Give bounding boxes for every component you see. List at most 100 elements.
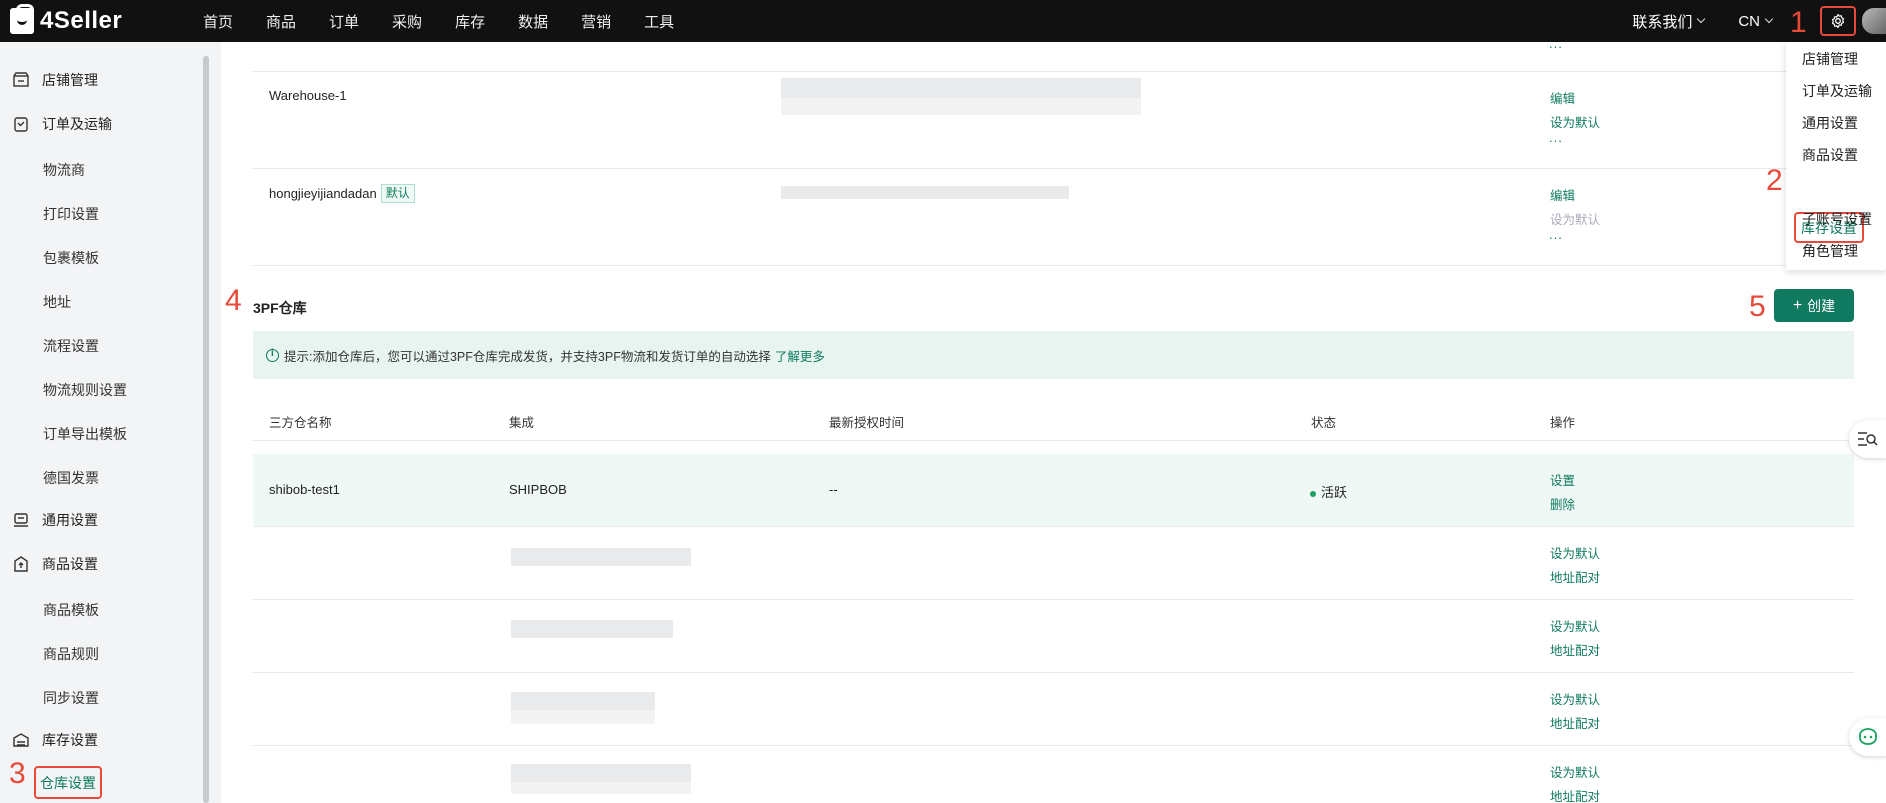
tip-text: 提示:添加仓库后，您可以通过3PF仓库完成发货，并支持3PF物流和发货订单的自动… (284, 349, 771, 364)
brand-logo[interactable]: 4Seller (10, 4, 190, 35)
row-divider (253, 599, 1854, 600)
search-list-icon (1858, 432, 1878, 446)
dropdown-item-general[interactable]: 通用设置 (1802, 113, 1858, 133)
learn-more-link[interactable]: 了解更多 (775, 346, 825, 365)
section-title-3pf: 3PF仓库 (253, 300, 307, 316)
create-button[interactable]: + 创建 (1774, 289, 1854, 322)
set-default-link[interactable]: 设为默认 (1550, 689, 1600, 708)
set-default-link[interactable]: 设为默认 (1550, 543, 1600, 562)
delete-link[interactable]: 删除 (1550, 494, 1575, 513)
annotation-1: 1 (1790, 6, 1807, 39)
annotation-5: 5 (1749, 290, 1766, 323)
row-divider (253, 71, 1854, 72)
sidebar-subitem-workflow[interactable]: 流程设置 (43, 336, 99, 356)
status-label: 活跃 (1321, 485, 1348, 500)
sidebar-subitem-carriers[interactable]: 物流商 (43, 160, 85, 180)
chevron-down-icon (1697, 14, 1706, 24)
sidebar-subitem-sync-settings[interactable]: 同步设置 (43, 688, 99, 708)
sidebar-item-inventory[interactable]: 库存设置 (0, 730, 200, 750)
set-default-link[interactable]: 设为默认 (1550, 762, 1600, 781)
main-nav: 首页 商品 订单 采购 库存 数据 营销 工具 (203, 11, 707, 32)
contact-menu[interactable]: 联系我们 (1632, 11, 1706, 32)
dropdown-item-subaccounts[interactable]: 子账号设置 (1802, 209, 1872, 229)
sidebar-item-orders[interactable]: 订单及运输 (0, 114, 200, 134)
blurred-value (511, 710, 655, 724)
sidebar-item-general[interactable]: 通用设置 (0, 510, 200, 530)
sidebar-subitem-warehouse-settings[interactable]: 仓库设置 (34, 766, 102, 799)
address-match-link[interactable]: 地址配对 (1550, 640, 1600, 659)
nav-tools[interactable]: 工具 (644, 11, 674, 32)
sidebar-subitem-address[interactable]: 地址 (43, 292, 71, 312)
create-label: 创建 (1807, 297, 1836, 314)
nav-data[interactable]: 数据 (518, 11, 548, 32)
chat-support-button[interactable] (1849, 718, 1886, 756)
sidebar-subitem-package-templates[interactable]: 包裹模板 (43, 248, 99, 268)
blurred-value (511, 782, 691, 794)
info-icon (266, 348, 279, 362)
set-default-link[interactable]: 设为默认 (1550, 112, 1600, 131)
status-active-icon (1310, 490, 1316, 497)
dropdown-item-orders[interactable]: 订单及运输 (1802, 81, 1872, 101)
sidebar-subitem-logistics-rules[interactable]: 物流规则设置 (43, 380, 127, 400)
nav-marketing[interactable]: 营销 (581, 11, 611, 32)
set-default-link-disabled: 设为默认 (1550, 213, 1601, 227)
nav-home[interactable]: 首页 (203, 11, 233, 32)
dropdown-item-store[interactable]: 店铺管理 (1802, 49, 1858, 69)
warehouse-name: hongjieyijiandadan (269, 186, 377, 201)
edit-link[interactable]: 编辑 (1550, 88, 1575, 107)
sidebar-item-label: 商品设置 (42, 556, 98, 572)
nav-purchase[interactable]: 采购 (392, 11, 422, 32)
printer-icon (14, 513, 28, 527)
blurred-value (511, 548, 691, 566)
address-match-link[interactable]: 地址配对 (1550, 567, 1600, 586)
sidebar-subitem-german-invoice[interactable]: 德国发票 (43, 468, 99, 488)
avatar[interactable] (1862, 8, 1886, 34)
sidebar-item-store[interactable]: 店铺管理 (0, 70, 200, 90)
sidebar-subitem-print-settings[interactable]: 打印设置 (43, 204, 99, 224)
blurred-value (511, 692, 655, 710)
settings-button[interactable] (1820, 6, 1856, 36)
sidebar-item-label: 店铺管理 (42, 72, 98, 88)
more-dots[interactable]: ... (1549, 36, 1563, 51)
sidebar-subitem-product-templates[interactable]: 商品模板 (43, 600, 99, 620)
more-dots[interactable]: ... (1549, 130, 1563, 145)
address-match-link[interactable]: 地址配对 (1550, 786, 1600, 803)
address-match-link[interactable]: 地址配对 (1550, 713, 1600, 732)
search-list-button[interactable] (1849, 420, 1886, 458)
chat-icon (1859, 728, 1877, 745)
edit-link[interactable]: 编辑 (1550, 185, 1575, 204)
sidebar-item-product[interactable]: 商品设置 (0, 554, 200, 574)
order-bag-icon (14, 117, 28, 132)
language-select[interactable]: CN (1738, 13, 1774, 30)
column-header-integration: 集成 (509, 416, 535, 430)
set-default-link[interactable]: 设为默认 (1550, 616, 1600, 635)
annotation-2: 2 (1766, 164, 1783, 197)
sidebar-item-label: 订单及运输 (42, 116, 112, 132)
nav-products[interactable]: 商品 (266, 11, 296, 32)
blurred-address (781, 98, 1141, 115)
more-dots[interactable]: ... (1549, 227, 1563, 242)
blurred-address (781, 78, 1141, 98)
annotation-4: 4 (225, 284, 242, 317)
annotation-3: 3 (9, 757, 26, 790)
dropdown-item-product[interactable]: 商品设置 (1802, 145, 1858, 165)
dropdown-item-roles[interactable]: 角色管理 (1802, 241, 1858, 261)
warehouse-name-row: hongjieyijiandadan 默认 (269, 184, 415, 203)
row-divider (253, 265, 1854, 266)
settings-link[interactable]: 设置 (1550, 470, 1575, 489)
nav-inventory[interactable]: 库存 (455, 11, 485, 32)
blurred-value (511, 764, 691, 782)
warehouse-name: Warehouse-1 (269, 88, 347, 103)
row-divider (253, 672, 1854, 673)
sidebar-subitem-order-export[interactable]: 订单导出模板 (43, 424, 127, 444)
default-badge: 默认 (380, 184, 415, 203)
blurred-address (781, 186, 1069, 199)
sidebar (0, 42, 214, 803)
nav-orders[interactable]: 订单 (329, 11, 359, 32)
plus-icon: + (1792, 296, 1803, 314)
sidebar-scrollbar[interactable] (203, 56, 209, 803)
sidebar-subitem-product-rules[interactable]: 商品规则 (43, 644, 99, 664)
table-header: 三方仓名称 集成 最新授权时间 状态 操作 (253, 398, 1854, 441)
store-icon (13, 72, 29, 87)
settings-dropdown: 店铺管理 订单及运输 通用设置 商品设置 库存设置 子账号设置 角色管理 (1786, 42, 1886, 270)
